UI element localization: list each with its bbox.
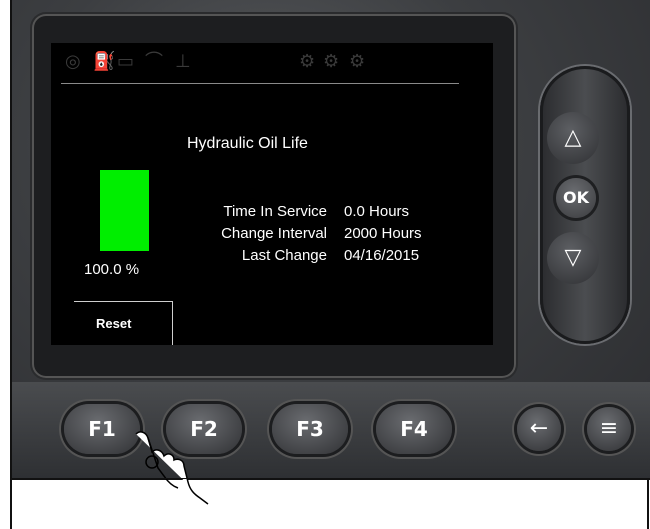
frame-bottom-edge xyxy=(10,478,649,479)
info-label: Change Interval xyxy=(221,225,327,242)
reset-softkey-label[interactable]: Reset xyxy=(74,301,173,345)
water-temp-icon: ⊥ xyxy=(175,51,191,72)
frame-left-edge xyxy=(10,478,12,529)
ok-button[interactable]: OK xyxy=(556,178,596,218)
info-label: Last Change xyxy=(241,247,327,264)
info-label: Time In Service xyxy=(223,203,327,220)
info-value-time-in-service: 0.0 Hours xyxy=(344,203,484,223)
engine-icon-2: ⚙ xyxy=(323,51,340,72)
status-divider xyxy=(61,83,459,84)
pointing-hand-icon xyxy=(135,431,209,505)
fuel-icon: ⛽ xyxy=(93,51,116,72)
info-value-last-change: 04/16/2015 xyxy=(344,247,484,267)
info-value-change-interval: 2000 Hours xyxy=(344,225,484,245)
lcd-screen: ◎ ⛽ ▭ ⌒ ⊥ ⚙ ⚙ ⚙ Hydraulic Oil Life 100.0… xyxy=(51,43,493,345)
f3-button[interactable]: F3 xyxy=(272,404,348,454)
back-button[interactable]: ← xyxy=(517,407,561,451)
radio-icon: ◎ xyxy=(65,51,81,72)
engine-icon-1: ⚙ xyxy=(299,51,316,72)
menu-button[interactable]: ≡ xyxy=(587,407,631,451)
f4-button[interactable]: F4 xyxy=(376,404,452,454)
frame-right-edge xyxy=(647,478,649,529)
info-row-last-change: Last Change xyxy=(51,247,327,267)
info-row-time-in-service: Time In Service xyxy=(51,203,327,223)
page-title: Hydraulic Oil Life xyxy=(187,135,308,152)
oil-can-icon: ⌒ xyxy=(145,51,163,72)
info-value: 0.0 Hours xyxy=(344,203,410,220)
info-value: 04/16/2015 xyxy=(344,247,420,264)
engine-icon-3: ⚙ xyxy=(349,51,366,72)
info-row-change-interval: Change Interval xyxy=(51,225,327,245)
info-value: 2000 Hours xyxy=(344,225,422,242)
reset-label: Reset xyxy=(96,316,132,331)
battery-icon: ▭ xyxy=(117,51,135,72)
up-arrow-button[interactable]: △ xyxy=(547,112,599,164)
down-arrow-button[interactable]: ▽ xyxy=(547,232,599,284)
